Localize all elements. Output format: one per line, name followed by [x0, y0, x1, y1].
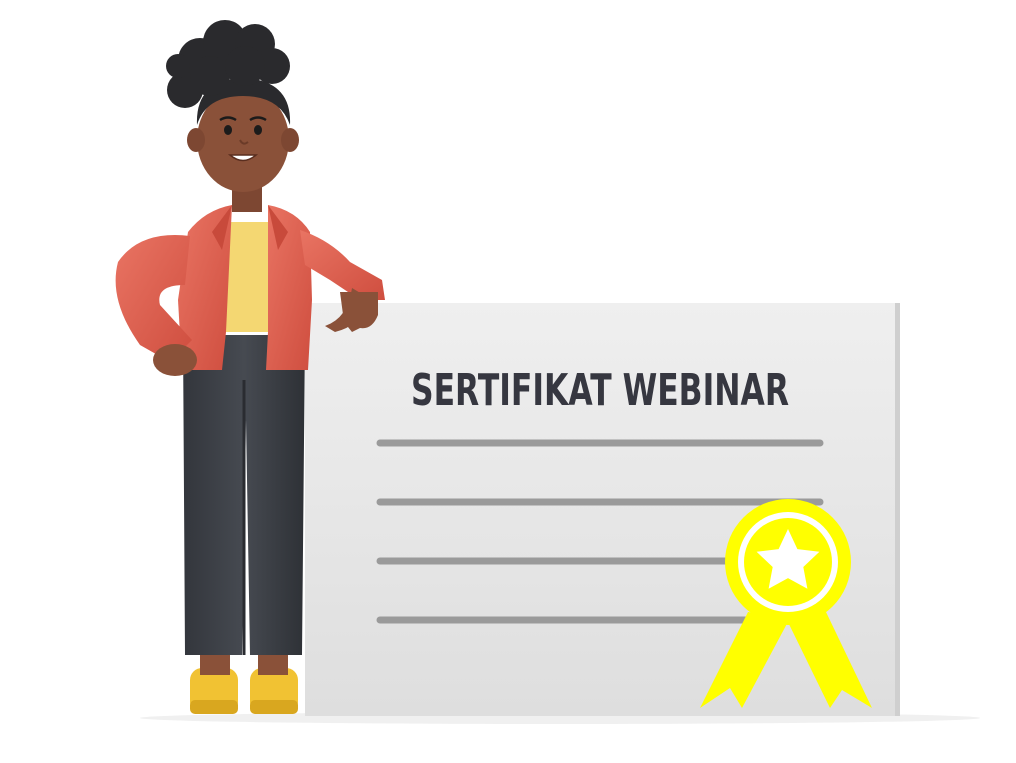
certificate-title: SERTIFIKAT WEBINAR — [411, 365, 789, 416]
certificate: SERTIFIKAT WEBINAR — [305, 303, 900, 716]
trousers — [183, 335, 305, 655]
illustration-scene: SERTIFIKAT WEBINAR — [115, 20, 980, 724]
